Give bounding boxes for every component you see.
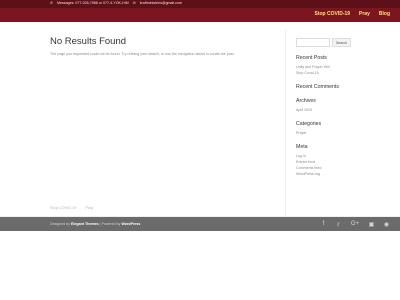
meta-link-wordpress[interactable]: WordPress.org bbox=[296, 171, 351, 177]
contact-email[interactable]: kraftministries@gmail.com bbox=[140, 1, 182, 5]
sidebar-divider bbox=[285, 30, 286, 216]
meta-title: Meta bbox=[296, 144, 308, 150]
search-form: Search bbox=[296, 38, 351, 47]
credit-prefix: Designed by bbox=[50, 222, 70, 226]
contact-info: ✆ Messages: 077-026-7988 or 077-4-YOK-HI… bbox=[50, 1, 182, 5]
credit-mid: | Powered by bbox=[99, 222, 121, 226]
page-title: No Results Found bbox=[50, 36, 127, 47]
contact-phone-text: Messages: 077-026-7988 or 077-4-YOK-HIM bbox=[57, 1, 129, 5]
facebook-icon[interactable]: f bbox=[320, 221, 327, 228]
nav-item-stop-covid[interactable]: Stop COVID-19 bbox=[314, 11, 350, 17]
categories-title: Categories bbox=[296, 121, 322, 127]
search-button[interactable]: Search bbox=[332, 38, 351, 47]
recent-post-link[interactable]: Unity and Prayer Will Stop Covid-19 bbox=[296, 64, 334, 76]
google-plus-icon[interactable]: G+ bbox=[350, 221, 360, 228]
main-nav: Stop COVID-19 Pray Blog bbox=[314, 11, 390, 17]
nav-item-blog[interactable]: Blog bbox=[379, 11, 390, 17]
footer-link-pray[interactable]: Pray bbox=[85, 206, 93, 210]
archive-link[interactable]: April 2020 bbox=[296, 107, 351, 113]
nav-item-pray[interactable]: Pray bbox=[359, 11, 370, 17]
category-link[interactable]: Prayer bbox=[296, 130, 351, 136]
search-input[interactable] bbox=[296, 38, 330, 47]
footer-bar: Designed by Elegant Themes | Powered by … bbox=[0, 217, 400, 231]
credit-theme-link[interactable]: Elegant Themes bbox=[71, 222, 99, 226]
recent-posts-title: Recent Posts bbox=[296, 55, 327, 61]
page-bottom-space bbox=[0, 231, 400, 300]
mail-icon: ✉ bbox=[132, 1, 136, 5]
footer-nav: Stop COVID-19 Pray bbox=[50, 206, 93, 210]
instagram-icon[interactable]: ▣ bbox=[368, 221, 375, 228]
main-navbar: Stop COVID-19 Pray Blog bbox=[0, 8, 400, 22]
footer-credit: Designed by Elegant Themes | Powered by … bbox=[50, 222, 140, 226]
footer-link-stop-covid[interactable]: Stop COVID-19 bbox=[50, 206, 76, 210]
sidebar: Search Recent Posts Unity and Prayer Wil… bbox=[296, 38, 351, 177]
not-found-message: The page you requested could not be foun… bbox=[50, 52, 235, 56]
top-bar: ✆ Messages: 077-026-7988 or 077-4-YOK-HI… bbox=[0, 0, 400, 8]
twitter-icon[interactable]: 𝕣 bbox=[335, 221, 342, 228]
archives-title: Archives bbox=[296, 98, 316, 104]
rss-icon[interactable]: ◉ bbox=[383, 221, 390, 228]
credit-wordpress-link[interactable]: WordPress bbox=[121, 222, 140, 226]
recent-comments-title: Recent Comments bbox=[296, 84, 339, 90]
phone-icon: ✆ bbox=[50, 1, 54, 5]
social-links: f 𝕣 G+ ▣ ◉ bbox=[320, 221, 390, 228]
main-content: No Results Found The page you requested … bbox=[50, 36, 280, 57]
